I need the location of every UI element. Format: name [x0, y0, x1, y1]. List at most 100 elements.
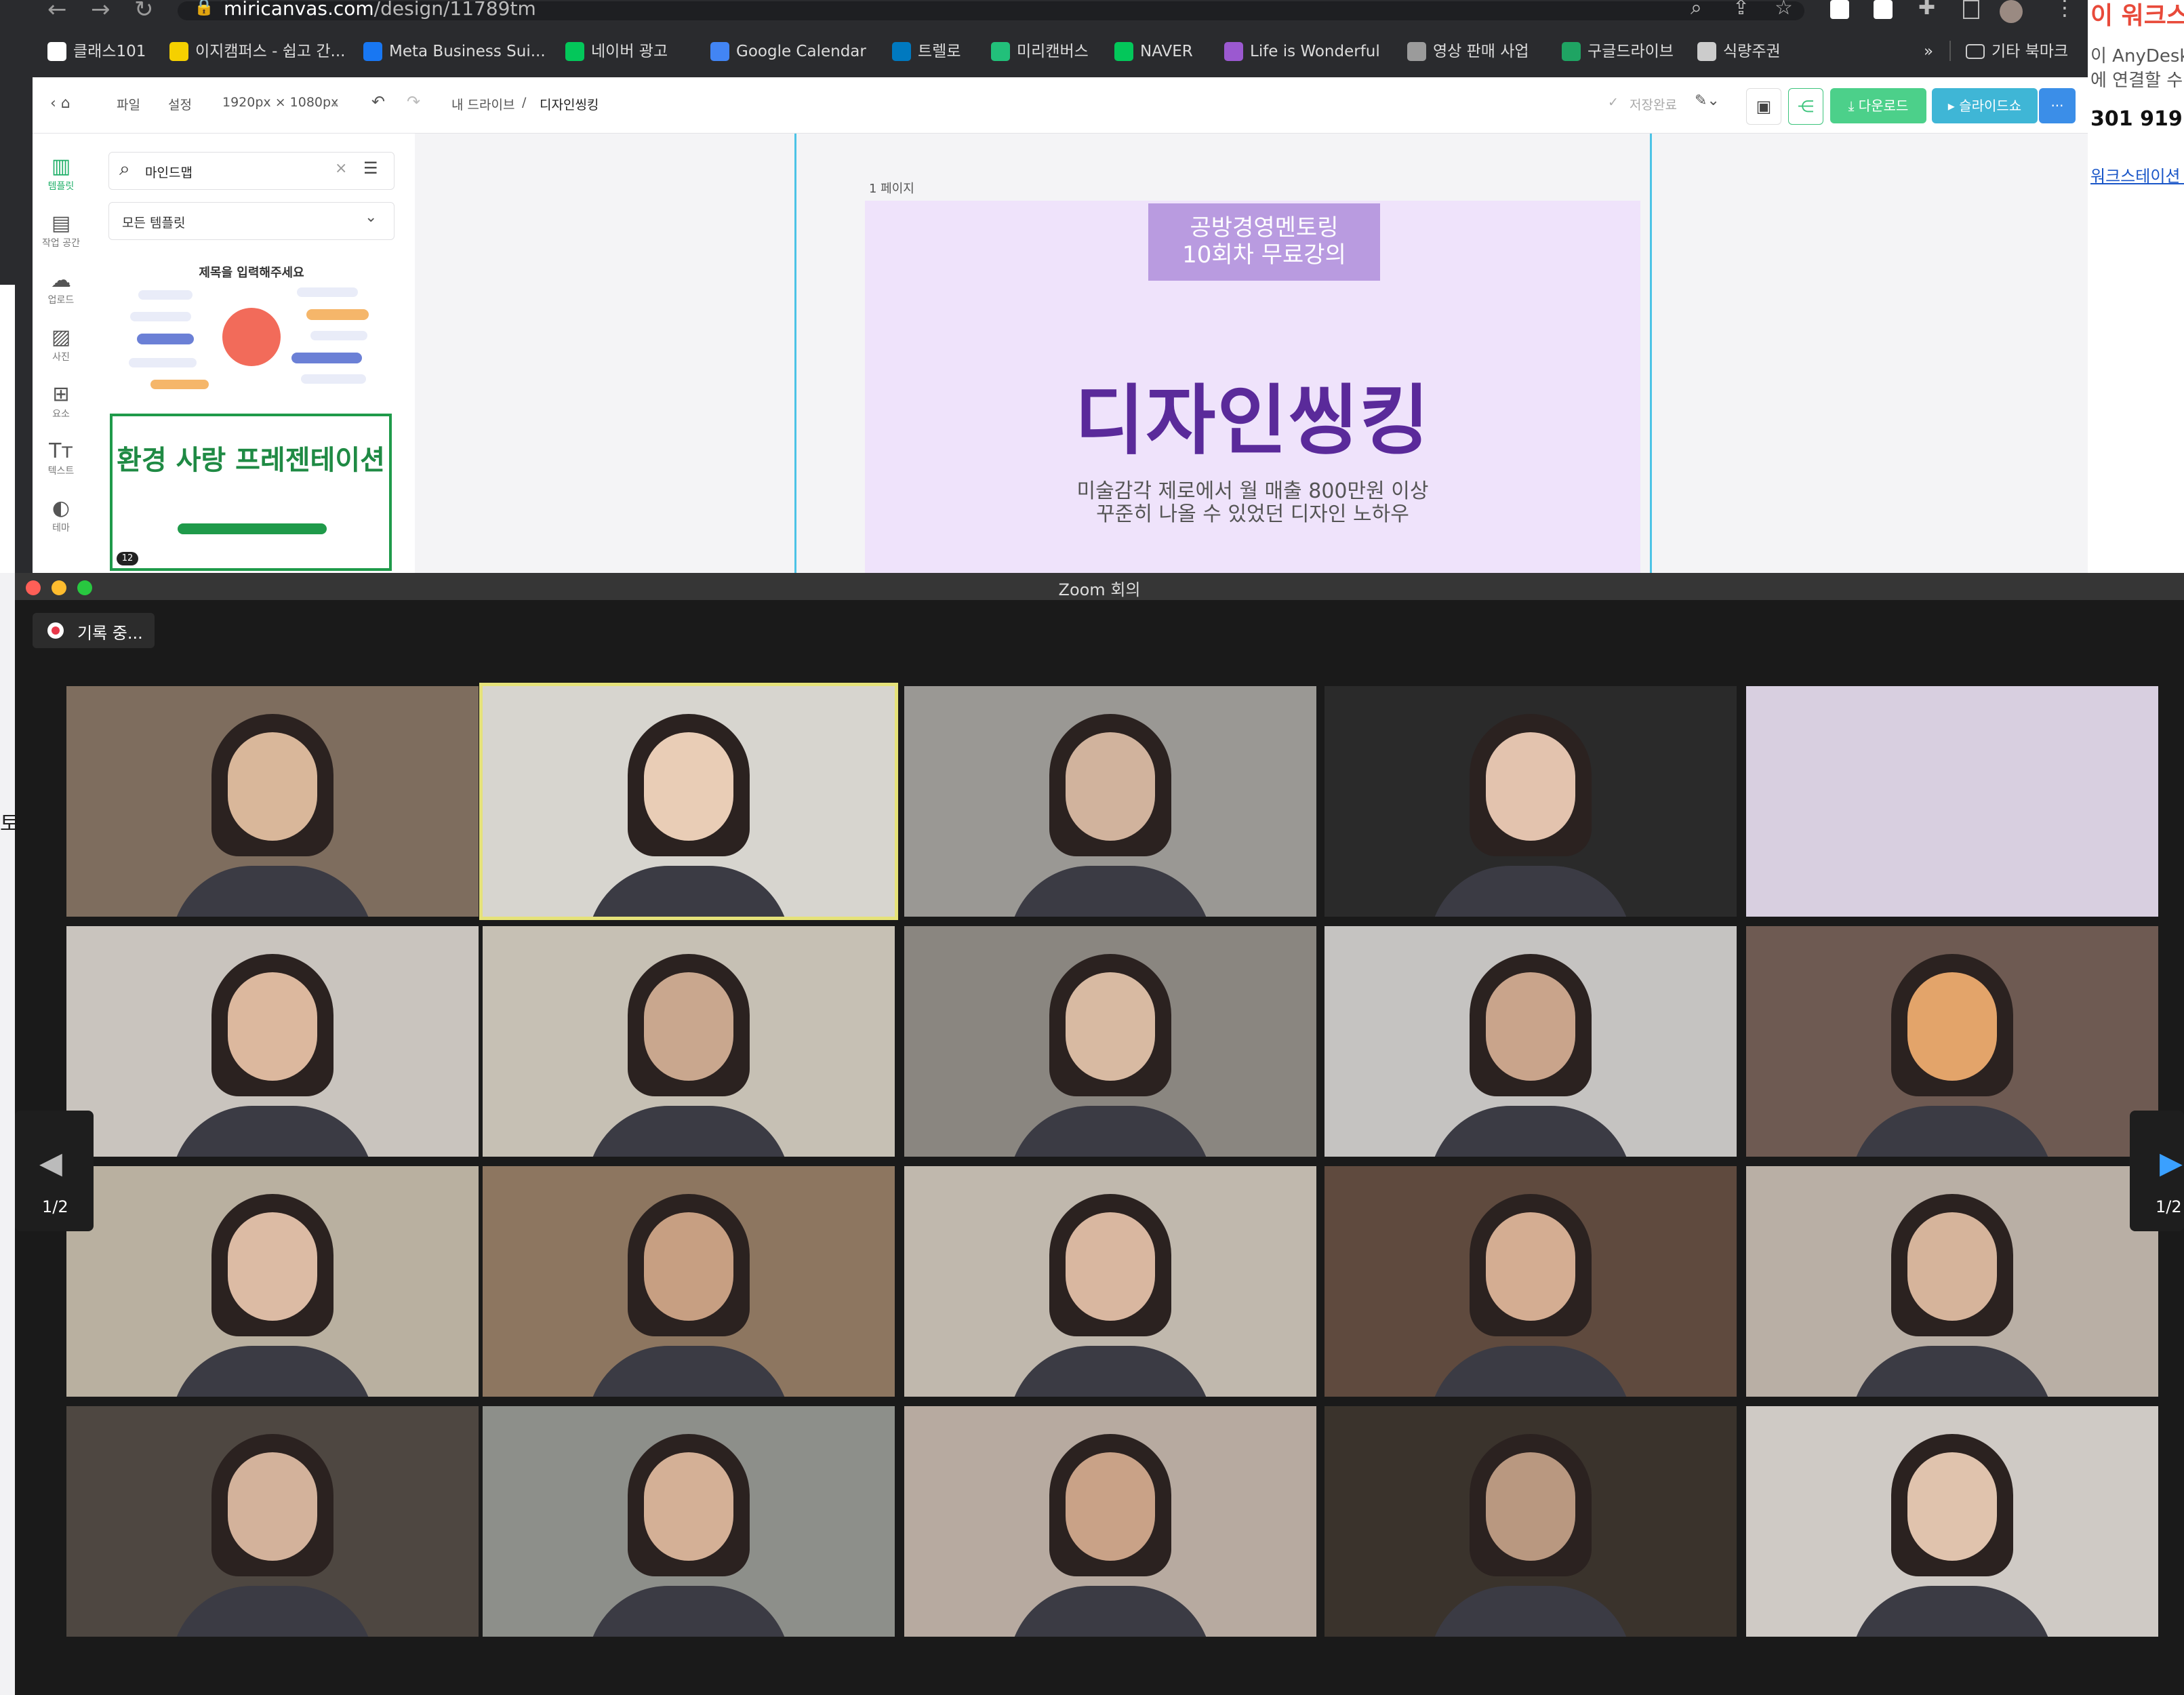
avatar[interactable] [2000, 0, 2023, 23]
participant-video-tile[interactable] [1324, 686, 1737, 917]
participant-video-tile[interactable] [1746, 926, 2158, 1157]
slide-title[interactable]: 디자인씽킹 [865, 359, 1640, 469]
slide-badge[interactable]: 공방경영멘토링 10회차 무료강의 [1148, 203, 1380, 281]
participant-video-tile[interactable] [483, 926, 895, 1157]
undo-icon[interactable]: ↶ [371, 92, 385, 111]
home-icon[interactable]: ‹ ⌂ [50, 95, 70, 112]
template-card-mindmap[interactable]: 제목을 입력해주세요 [110, 254, 393, 403]
bookmark-item[interactable]: 클래스101 [47, 38, 146, 65]
chevron-down-icon[interactable]: ⌄ [329, 95, 340, 110]
guide-line [1650, 134, 1652, 573]
back-icon[interactable]: ← [47, 0, 67, 23]
share-icon[interactable]: ⇪ [1733, 0, 1750, 20]
participant-video-tile[interactable] [904, 1406, 1316, 1637]
bookmark-label: 구글드라이브 [1588, 43, 1674, 60]
participant-video-tile[interactable] [1324, 1406, 1737, 1637]
more-button[interactable]: ··· [2039, 88, 2076, 123]
canvas-size-select[interactable]: 1920px × 1080px [222, 95, 338, 110]
save-icon[interactable]: ▣ [1746, 88, 1781, 125]
participant-video-tile[interactable] [1746, 1166, 2158, 1397]
bookmark-item[interactable]: 네이버 광고 [565, 38, 668, 65]
template-card-environment[interactable]: 환경 사랑 프레젠테이션 12 [110, 414, 392, 571]
participant-video-tile[interactable] [1324, 1166, 1737, 1397]
breadcrumb-current[interactable]: 디자인씽킹 [540, 95, 599, 113]
bookmark-item[interactable]: NAVER [1114, 38, 1193, 65]
bookmark-item[interactable]: 미리캔버스 [991, 38, 1089, 65]
notion-ext-icon[interactable] [1830, 0, 1849, 19]
puzzle-icon[interactable]: ✚ [1918, 0, 1935, 20]
download-button[interactable]: ⤓ 다운로드 [1830, 88, 1926, 123]
bookmark-label: 영상 판매 사업 [1433, 43, 1529, 60]
breadcrumb-root[interactable]: 내 드라이브 [451, 95, 514, 113]
participant-video-tile[interactable] [904, 1166, 1316, 1397]
participant-video-tile[interactable] [1324, 926, 1737, 1157]
bookmark-item[interactable]: 영상 판매 사업 [1407, 38, 1529, 65]
participant-video-tile[interactable] [479, 683, 898, 920]
participant-face [1907, 1452, 1997, 1561]
mindmap-node [301, 374, 366, 384]
meta-icon [363, 42, 382, 61]
download-icon: ⤓ [1848, 98, 1859, 114]
star-icon[interactable]: ☆ [1775, 0, 1793, 20]
slideshow-button[interactable]: ▸ 슬라이드쇼 [1932, 88, 2038, 123]
participant-video-tile[interactable] [904, 686, 1316, 917]
participant-body [587, 1586, 790, 1637]
sidebar-item[interactable]: ▥ 템플릿 [33, 155, 89, 193]
participant-video-tile[interactable] [483, 1406, 895, 1637]
sidebar-item[interactable]: ◐ 테마 [33, 496, 89, 534]
participant-video-tile[interactable] [904, 926, 1316, 1157]
more-bookmarks-button[interactable]: » [1924, 38, 1933, 65]
trello-icon [892, 42, 911, 61]
participant-face [228, 1452, 317, 1561]
share-nodes-icon[interactable]: ⋲ [1788, 88, 1823, 125]
extension-icon[interactable] [1874, 0, 1893, 19]
clear-icon[interactable]: × [335, 160, 347, 177]
kebab-menu-icon[interactable]: ⋮ [2054, 0, 2076, 20]
bookmark-item[interactable]: 이지캠퍼스 - 쉽고 간... [169, 38, 345, 65]
elements-icon: ⊞ [52, 382, 70, 406]
sidebar-item[interactable]: ☁ 업로드 [33, 268, 89, 306]
url-text[interactable]: miricanvas.com/design/11789tm [224, 0, 536, 20]
slideshow-label: 슬라이드쇼 [1959, 98, 2022, 114]
menu-file[interactable]: 파일 [117, 95, 140, 113]
sidebar-item[interactable]: ⊞ 요소 [33, 382, 89, 420]
menu-settings[interactable]: 설정 [168, 95, 192, 113]
template-card-title: 제목을 입력해주세요 [199, 266, 304, 280]
forward-icon[interactable]: → [91, 0, 110, 23]
sidebar-item[interactable]: Tт 텍스트 [33, 439, 89, 477]
zoom-lens-icon[interactable]: ⌕ [1691, 0, 1702, 20]
bookmark-item[interactable]: Life is Wonderful [1224, 38, 1380, 65]
participant-video-tile[interactable] [66, 1166, 479, 1397]
page-indicator-right: 1/2 [2156, 1197, 2182, 1216]
save-status: 저장완료 [1630, 98, 1677, 113]
peek-link[interactable]: 워크스테이션 암 [2090, 163, 2184, 186]
reload-icon[interactable]: ↻ [134, 0, 154, 23]
redo-icon[interactable]: ↷ [407, 92, 420, 111]
template-card-bar [178, 523, 327, 534]
participant-video-tile[interactable] [66, 926, 479, 1157]
bookmark-item[interactable]: 트렐로 [892, 38, 960, 65]
slide-subtitle[interactable]: 미술감각 제로에서 월 매출 800만원 이상 꾸준히 나올 수 있었던 디자인 … [865, 480, 1640, 526]
participant-video-tile[interactable] [66, 1406, 479, 1637]
search-input[interactable]: 마인드맵 [145, 163, 193, 181]
participant-video-tile[interactable] [1746, 1406, 2158, 1637]
bookmark-item[interactable]: 구글드라이브 [1562, 38, 1674, 65]
bookmark-item[interactable]: Google Calendar [710, 38, 866, 65]
pen-icon[interactable]: ✎⌄ [1695, 92, 1720, 109]
participant-video-tile[interactable] [483, 1166, 895, 1397]
other-bookmarks-label: 기타 북마크 [1991, 43, 2069, 60]
bookmark-item[interactable]: 식량주권 [1697, 38, 1781, 65]
sidepanel-icon[interactable] [1963, 0, 1979, 19]
other-bookmarks-folder[interactable]: 기타 북마크 [1966, 38, 2068, 65]
participant-video-tile[interactable] [1746, 686, 2158, 917]
participant-face [1486, 1212, 1575, 1321]
participant-face [1907, 972, 1997, 1081]
sidebar-item[interactable]: ▤ 작업 공간 [33, 212, 89, 250]
calendar-icon [710, 42, 729, 61]
bookmark-item[interactable]: Meta Business Sui... [363, 38, 546, 65]
mindmap-node [150, 380, 209, 389]
sidebar-item[interactable]: ▨ 사진 [33, 325, 89, 363]
participant-video-tile[interactable] [66, 686, 479, 917]
filter-icon[interactable]: ☰ [363, 159, 378, 178]
text-icon: Tт [49, 439, 73, 463]
